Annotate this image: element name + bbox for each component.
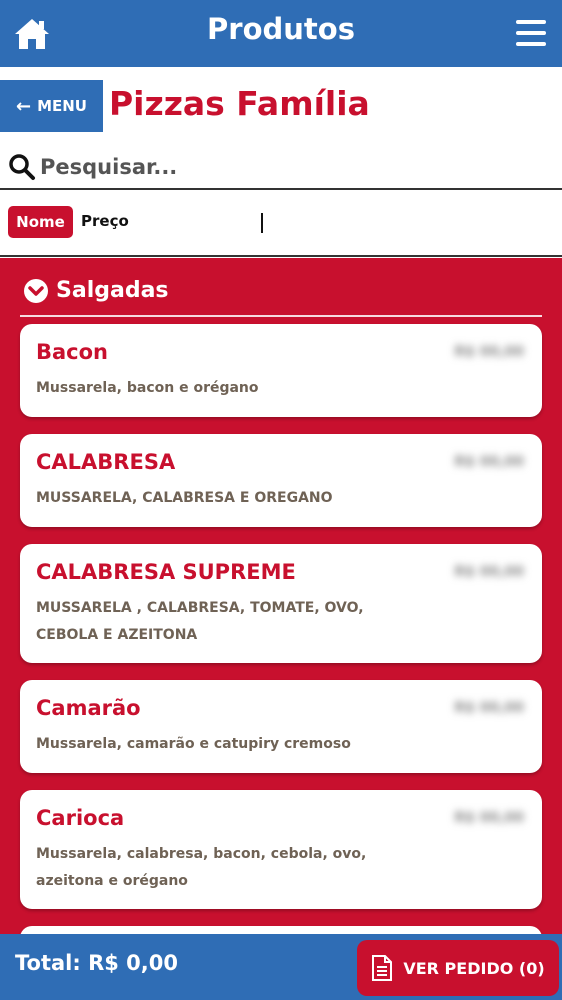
product-card[interactable]: CALABRESA R$ 00,00 MUSSARELA, CALABRESA … — [20, 434, 542, 527]
view-order-button[interactable]: VER PEDIDO (0) — [357, 940, 559, 996]
product-name: CALABRESA SUPREME — [36, 560, 296, 584]
sort-by-name-button[interactable]: Nome — [8, 206, 73, 238]
product-card[interactable]: Carioca R$ 00,00 Mussarela, calabresa, b… — [20, 790, 542, 909]
product-price: R$ 00,00 — [454, 454, 524, 470]
back-menu-button[interactable]: ← MENU — [0, 80, 103, 132]
product-description: Mussarela, camarão e catupiry cremoso — [36, 736, 351, 752]
product-card[interactable]: CALABRESA SUPREME R$ 00,00 MUSSARELA , C… — [20, 544, 542, 663]
search-bar — [0, 145, 562, 190]
view-order-label: VER PEDIDO (0) — [403, 958, 545, 978]
sort-row: Nome Preço — [0, 190, 562, 257]
document-icon — [372, 955, 393, 981]
product-name: Bacon — [36, 340, 109, 364]
product-list[interactable]: Salgadas Bacon R$ 00,00 Mussarela, bacon… — [0, 258, 562, 934]
arrow-left-icon: ← — [15, 95, 32, 117]
search-icon — [8, 153, 36, 181]
product-description: Mussarela, calabresa, bacon, cebola, ovo… — [36, 846, 367, 889]
category-title: Pizzas Família — [109, 84, 370, 123]
chevron-down-circle-icon — [24, 278, 48, 303]
page-title: Produtos — [207, 12, 355, 46]
product-price: R$ 00,00 — [454, 700, 524, 716]
product-description: MUSSARELA, CALABRESA E OREGANO — [36, 490, 333, 506]
back-menu-label: MENU — [37, 97, 87, 115]
section-title: Salgadas — [56, 278, 169, 303]
product-description: Mussarela, bacon e orégano — [36, 380, 259, 396]
product-price: R$ 00,00 — [454, 564, 524, 580]
product-card-partial[interactable] — [20, 926, 542, 934]
product-description: MUSSARELA , CALABRESA, TOMATE, OVO, CEBO… — [36, 600, 364, 643]
product-price: R$ 00,00 — [454, 344, 524, 360]
product-card[interactable]: Bacon R$ 00,00 Mussarela, bacon e orégan… — [20, 324, 542, 417]
sort-by-price-button[interactable]: Preço — [81, 212, 129, 230]
product-name: CALABRESA — [36, 450, 176, 474]
product-name: Camarão — [36, 696, 141, 720]
order-total: Total: R$ 0,00 — [15, 951, 178, 975]
product-name: Carioca — [36, 806, 125, 830]
section-divider — [20, 315, 542, 317]
search-input[interactable] — [40, 154, 540, 179]
section-header-salgadas[interactable]: Salgadas — [24, 278, 169, 303]
top-bar: Produtos — [0, 0, 562, 67]
product-card[interactable]: Camarão R$ 00,00 Mussarela, camarão e ca… — [20, 680, 542, 773]
hamburger-menu-icon[interactable] — [516, 20, 546, 48]
footer-bar: Total: R$ 0,00 VER PEDIDO (0) — [0, 934, 562, 1000]
text-cursor — [261, 213, 263, 233]
product-price: R$ 00,00 — [454, 810, 524, 826]
